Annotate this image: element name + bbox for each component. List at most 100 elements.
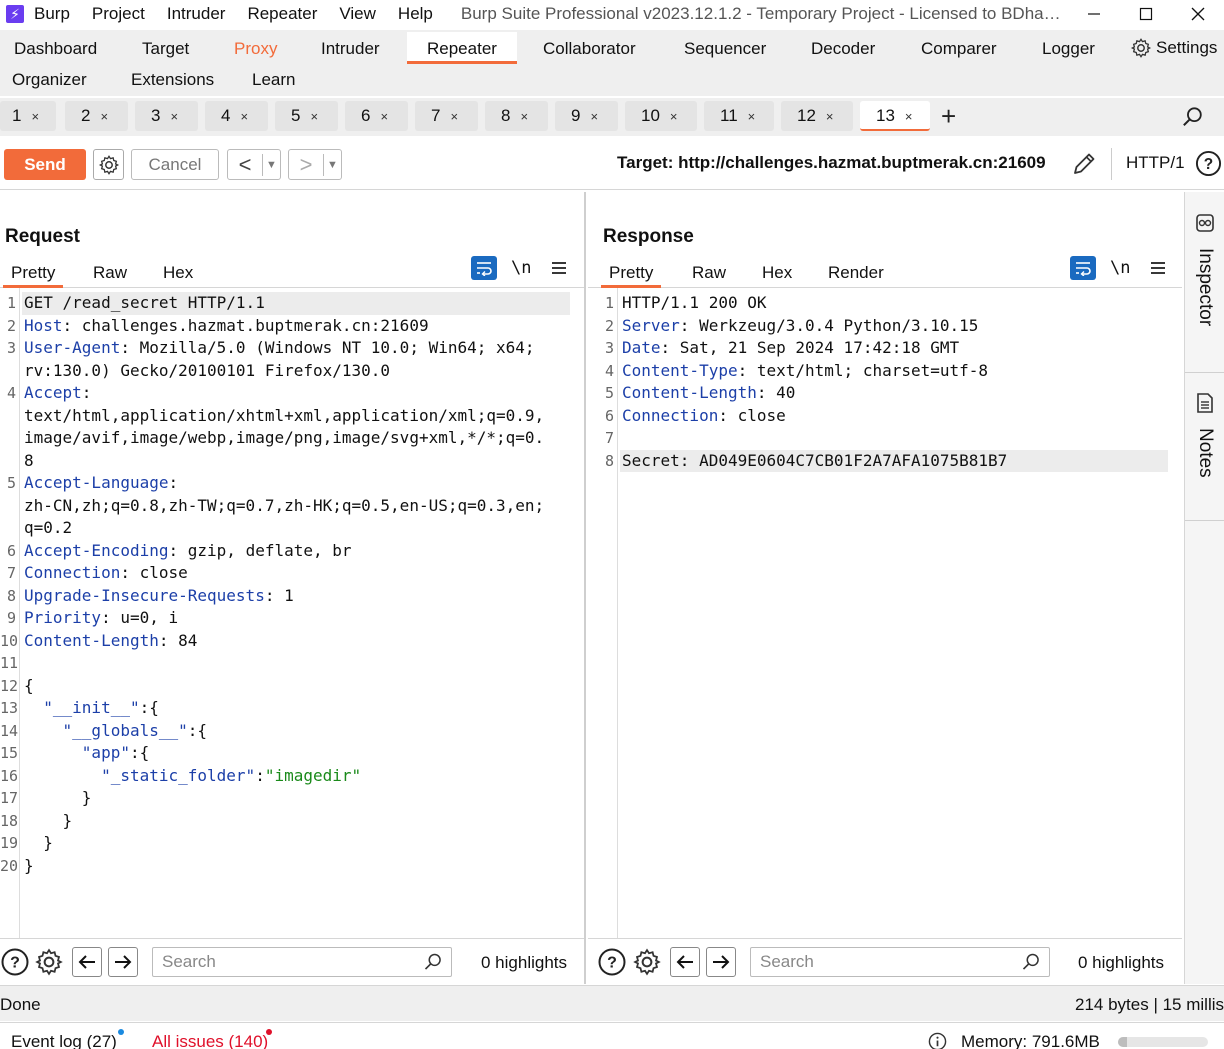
maximize-button[interactable]: [1120, 0, 1172, 28]
tab-raw[interactable]: Raw: [684, 260, 734, 288]
header-name: Accept-Language: [24, 473, 169, 492]
code-fragment: }: [24, 855, 34, 875]
wrap-icon[interactable]: [471, 256, 497, 280]
help-icon[interactable]: ?: [597, 947, 627, 977]
menu-help[interactable]: Help: [398, 4, 433, 24]
repeater-tab[interactable]: 6 ×: [345, 101, 408, 131]
repeater-tab[interactable]: 1 ×: [0, 101, 56, 131]
request-search-input[interactable]: Search: [152, 947, 452, 977]
cancel-button[interactable]: Cancel: [131, 149, 219, 180]
close-tab-icon[interactable]: ×: [380, 109, 388, 124]
close-tab-icon[interactable]: ×: [310, 109, 318, 124]
previous-match-button[interactable]: [72, 947, 102, 977]
close-tab-icon[interactable]: ×: [748, 109, 756, 124]
sidebar-item-notes[interactable]: Notes: [1185, 392, 1224, 478]
menu-project[interactable]: Project: [92, 4, 145, 24]
help-icon[interactable]: ?: [1195, 150, 1222, 177]
gear-icon[interactable]: [34, 947, 64, 977]
close-tab-icon[interactable]: ×: [240, 109, 248, 124]
pencil-icon[interactable]: [1070, 150, 1098, 178]
repeater-tab-active[interactable]: 13 ×: [860, 101, 930, 131]
tab-organizer[interactable]: Organizer: [6, 63, 93, 95]
repeater-tab[interactable]: 8 ×: [485, 101, 548, 131]
search-icon[interactable]: [1182, 106, 1204, 128]
menu-view[interactable]: View: [339, 4, 376, 24]
back-button[interactable]: < ▼: [227, 149, 281, 180]
chevron-down-icon[interactable]: ▼: [262, 153, 280, 176]
menu-intruder[interactable]: Intruder: [167, 4, 226, 24]
info-icon[interactable]: [928, 1032, 947, 1049]
repeater-tab[interactable]: 9 ×: [555, 101, 618, 131]
forward-button[interactable]: > ▼: [288, 149, 342, 180]
tab-extensions[interactable]: Extensions: [125, 63, 220, 95]
close-button[interactable]: [1172, 0, 1224, 28]
line-number: 16: [0, 766, 19, 785]
repeater-tab-label: 9: [571, 106, 581, 125]
tab-raw[interactable]: Raw: [85, 260, 135, 288]
tab-pretty[interactable]: Pretty: [3, 260, 64, 288]
request-editor[interactable]: 1 GET /read_secret HTTP/1.1 2 Host: challen…: [0, 288, 584, 938]
gear-icon[interactable]: [632, 947, 662, 977]
code-line: 6 Connection: close: [598, 405, 1182, 428]
previous-match-button[interactable]: [670, 947, 700, 977]
repeater-tab[interactable]: 7 ×: [415, 101, 478, 131]
tab-settings[interactable]: Settings: [1124, 32, 1223, 64]
code-line: q=0.2: [0, 517, 584, 540]
close-tab-icon[interactable]: ×: [450, 109, 458, 124]
tab-proxy[interactable]: Proxy: [228, 32, 283, 64]
wrap-icon[interactable]: [1070, 256, 1096, 280]
tab-hex[interactable]: Hex: [754, 260, 800, 288]
tab-repeater[interactable]: Repeater: [407, 32, 517, 64]
close-tab-icon[interactable]: ×: [590, 109, 598, 124]
close-tab-icon[interactable]: ×: [100, 109, 108, 124]
minimize-button[interactable]: [1068, 0, 1120, 28]
repeater-tab[interactable]: 3 ×: [135, 101, 198, 131]
tab-render[interactable]: Render: [820, 260, 892, 288]
help-icon[interactable]: ?: [0, 947, 30, 977]
code-line: 7 Connection: close: [0, 562, 584, 585]
repeater-tab[interactable]: 2 ×: [65, 101, 128, 131]
repeater-tab[interactable]: 4 ×: [205, 101, 268, 131]
next-match-button[interactable]: [108, 947, 138, 977]
status-bar: Done 214 bytes | 15 millis: [0, 985, 1224, 1021]
menu-repeater[interactable]: Repeater: [247, 4, 317, 24]
close-tab-icon[interactable]: ×: [826, 109, 834, 124]
newline-toggle[interactable]: \n: [511, 258, 531, 278]
close-tab-icon[interactable]: ×: [905, 109, 913, 124]
response-search-input[interactable]: Search: [750, 947, 1050, 977]
http-version-toggle[interactable]: HTTP/1: [1126, 153, 1185, 173]
menu-burp[interactable]: Burp: [34, 4, 70, 24]
close-tab-icon[interactable]: ×: [520, 109, 528, 124]
send-button[interactable]: Send: [4, 149, 86, 180]
repeater-tab[interactable]: 10 ×: [625, 101, 697, 131]
tab-pretty[interactable]: Pretty: [601, 260, 662, 288]
tab-comparer[interactable]: Comparer: [915, 32, 1003, 64]
event-log-link[interactable]: Event log (27): [11, 1032, 117, 1049]
all-issues-link[interactable]: All issues (140): [152, 1032, 268, 1049]
close-tab-icon[interactable]: ×: [170, 109, 178, 124]
tab-collaborator[interactable]: Collaborator: [537, 32, 642, 64]
menu-icon[interactable]: [551, 261, 567, 275]
newline-toggle[interactable]: \n: [1110, 258, 1130, 278]
tab-target[interactable]: Target: [136, 32, 195, 64]
tab-dashboard[interactable]: Dashboard: [8, 32, 103, 64]
repeater-tab[interactable]: 5 ×: [275, 101, 338, 131]
send-options-button[interactable]: [93, 149, 124, 180]
next-match-button[interactable]: [706, 947, 736, 977]
response-editor[interactable]: 1 HTTP/1.1 200 OK 2 Server: Werkzeug/3.0.4 …: [598, 288, 1182, 938]
tab-learn[interactable]: Learn: [246, 63, 301, 95]
menu-icon[interactable]: [1150, 261, 1166, 275]
close-tab-icon[interactable]: ×: [31, 109, 39, 124]
close-tab-icon[interactable]: ×: [670, 109, 678, 124]
tab-decoder[interactable]: Decoder: [805, 32, 881, 64]
add-tab-button[interactable]: +: [941, 101, 956, 131]
tab-hex[interactable]: Hex: [155, 260, 201, 288]
tab-sequencer[interactable]: Sequencer: [678, 32, 772, 64]
repeater-tab[interactable]: 12 ×: [781, 101, 853, 131]
sidebar-item-inspector[interactable]: Inspector: [1185, 212, 1224, 326]
tab-intruder[interactable]: Intruder: [315, 32, 386, 64]
repeater-tab[interactable]: 11 ×: [704, 101, 774, 131]
tab-logger[interactable]: Logger: [1036, 32, 1101, 64]
chevron-down-icon[interactable]: ▼: [323, 153, 341, 176]
target-label: Target: http://challenges.hazmat.buptmer…: [617, 153, 1046, 172]
